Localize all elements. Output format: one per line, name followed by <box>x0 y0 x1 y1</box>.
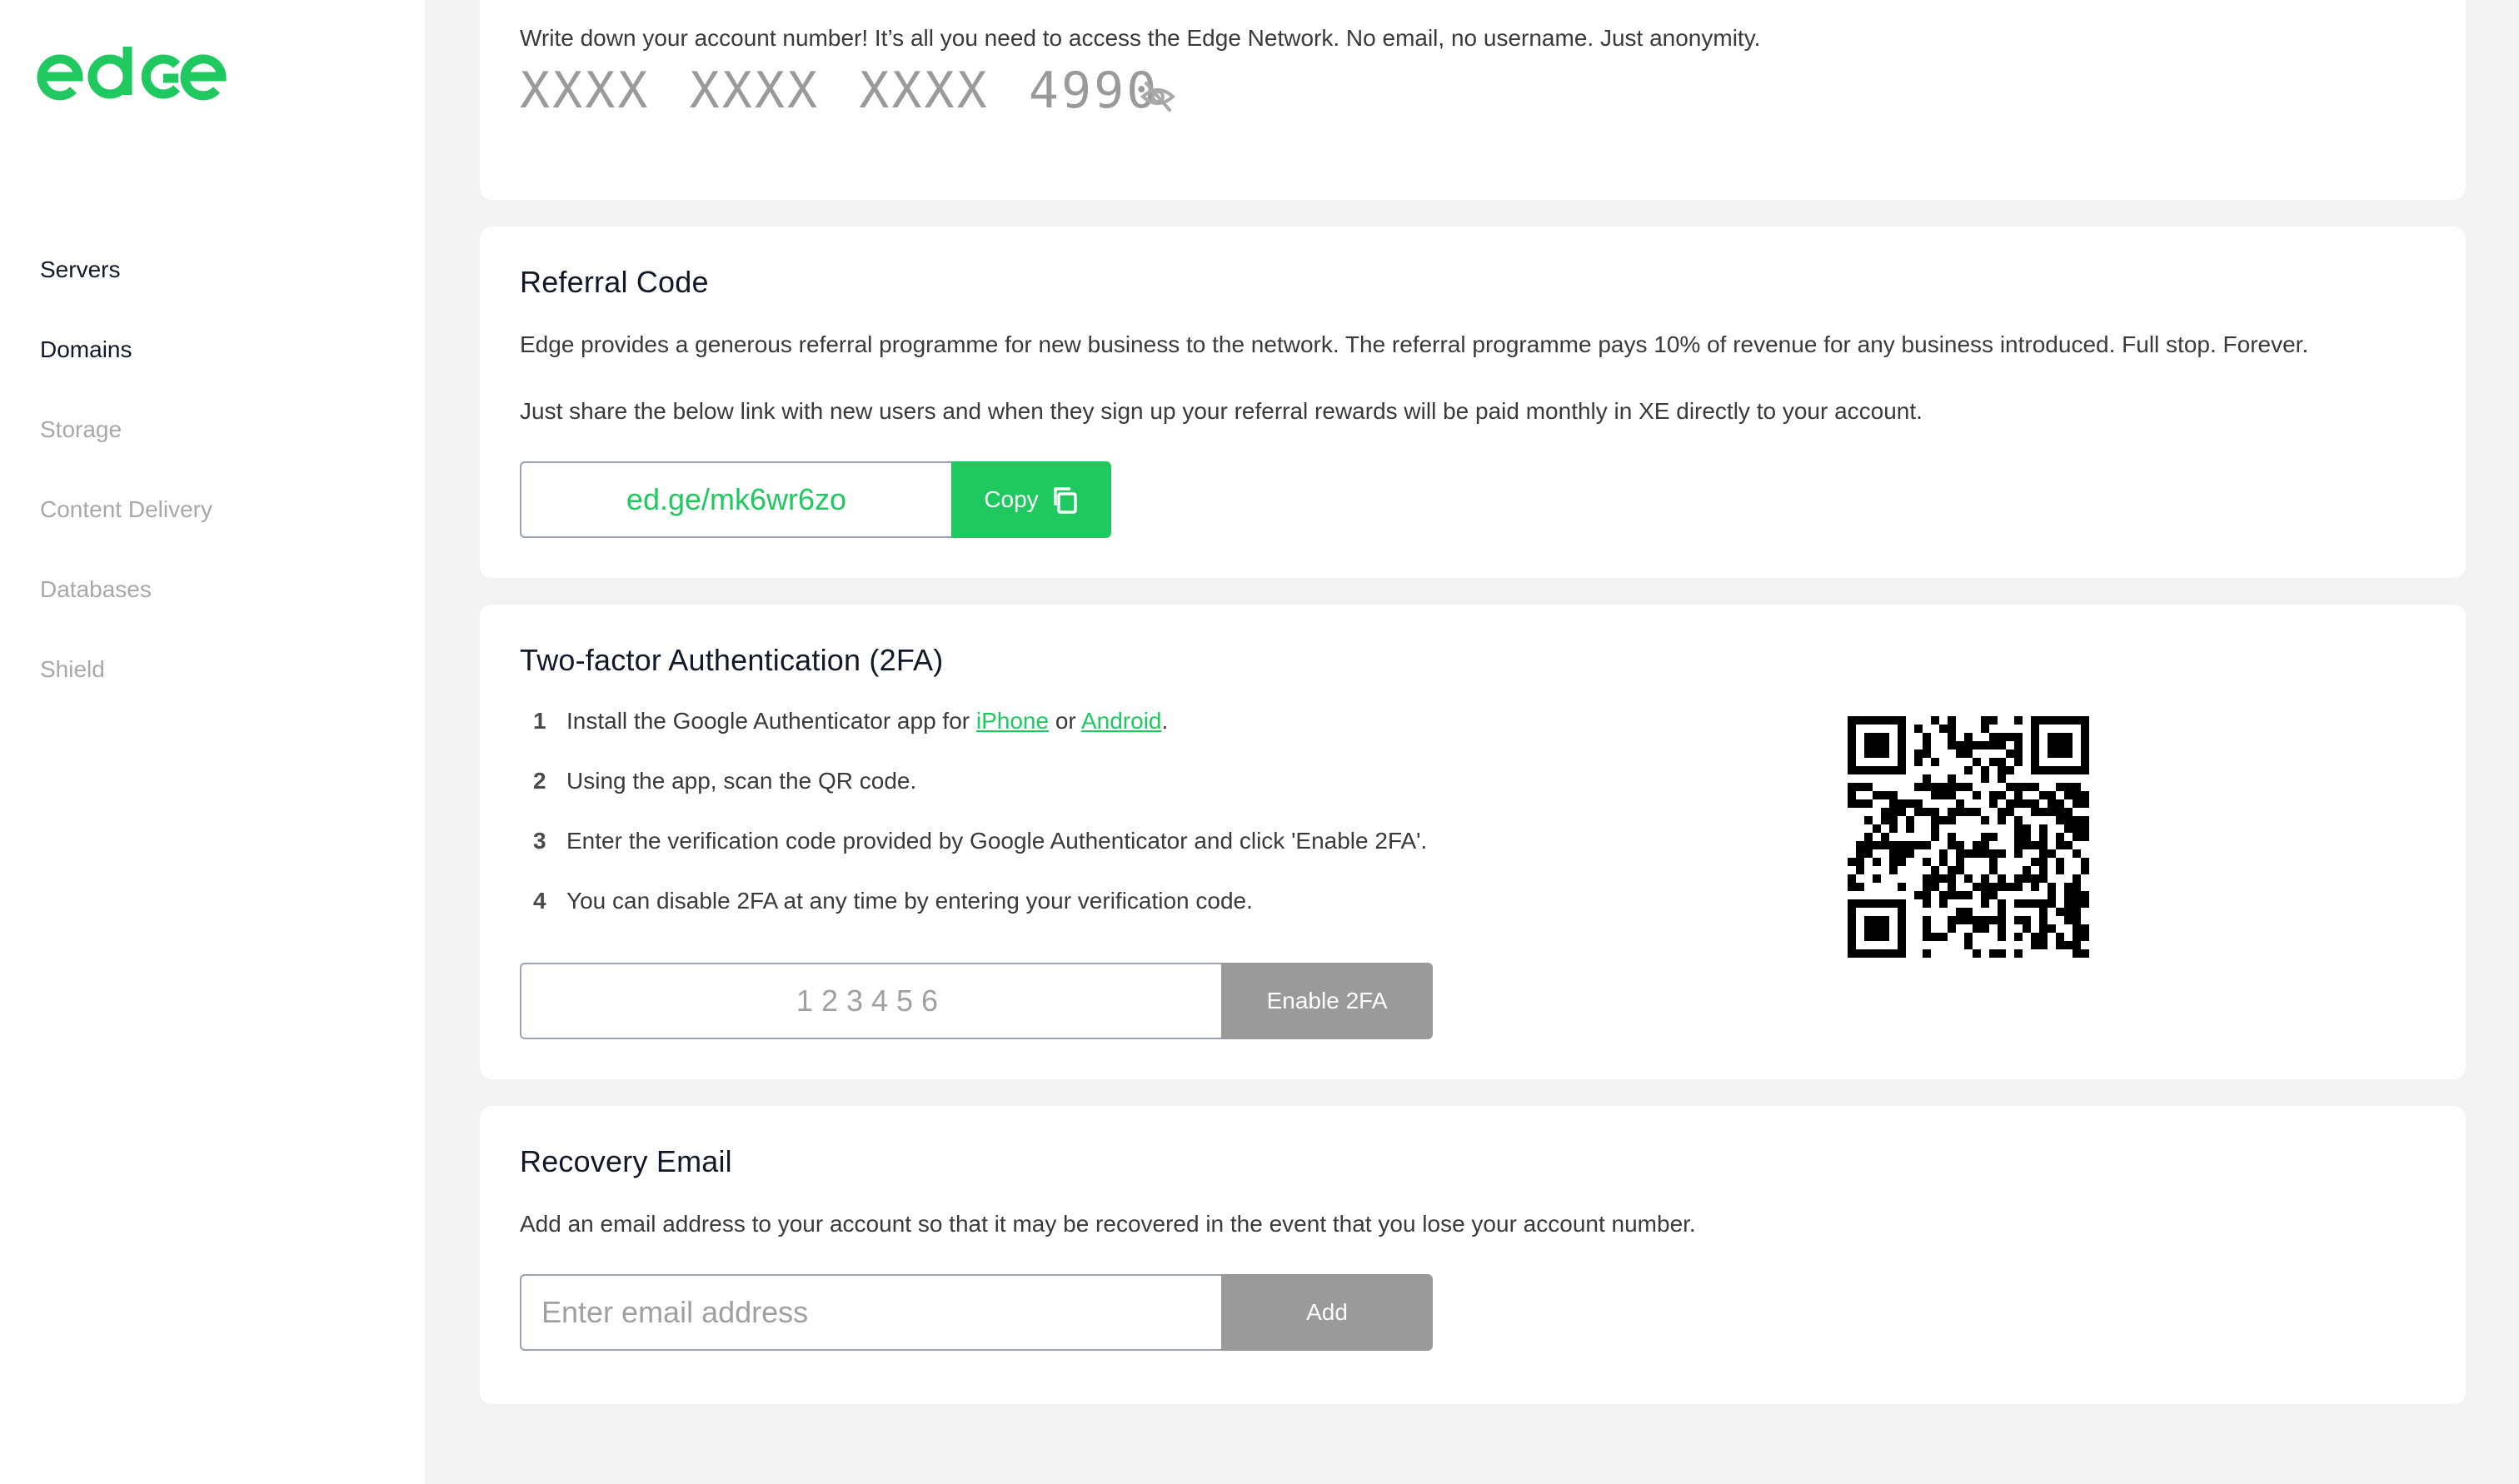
sidebar-item-servers[interactable]: Servers <box>40 250 212 330</box>
sidebar-nav: Servers Domains Storage Content Delivery… <box>40 250 212 730</box>
email-field[interactable] <box>520 1274 1221 1351</box>
list-item: 2 Using the app, scan the QR code. <box>520 768 1427 828</box>
referral-title: Referral Code <box>520 265 709 299</box>
verification-code-input[interactable] <box>520 963 1221 1039</box>
referral-card: Referral Code Edge provides a generous r… <box>480 227 2466 578</box>
app: Servers Domains Storage Content Delivery… <box>0 0 2519 1484</box>
referral-link-group: ed.ge/mk6wr6zo Copy <box>520 461 1111 538</box>
list-item: 1 Install the Google Authenticator app f… <box>520 708 1427 768</box>
sidebar-item-content-delivery[interactable]: Content Delivery <box>40 490 212 570</box>
recovery-description: Add an email address to your account so … <box>520 1211 1696 1237</box>
step-text-part: Install the Google Authenticator app for <box>566 708 976 734</box>
step-text-part: or <box>1049 708 1081 734</box>
eye-off-icon[interactable] <box>1140 80 1176 113</box>
enable-2fa-button[interactable]: Enable 2FA <box>1221 963 1433 1039</box>
add-email-button[interactable]: Add <box>1221 1274 1433 1351</box>
copy-icon <box>1053 487 1077 514</box>
step-number: 2 <box>533 768 546 794</box>
account-number-card: Write down your account number! It’s all… <box>480 0 2466 200</box>
sidebar-item-domains[interactable]: Domains <box>40 330 212 410</box>
sidebar: Servers Domains Storage Content Delivery… <box>0 0 425 1484</box>
step-text: Enter the verification code provided by … <box>566 828 1428 854</box>
step-number: 3 <box>533 828 546 854</box>
qr-code-icon <box>1848 716 2089 958</box>
main-content: Write down your account number! It’s all… <box>425 0 2519 1484</box>
list-item: 4 You can disable 2FA at any time by ent… <box>520 888 1427 948</box>
twofa-title: Two-factor Authentication (2FA) <box>520 643 944 677</box>
iphone-link[interactable]: iPhone <box>976 708 1049 734</box>
referral-share-text: Just share the below link with new users… <box>520 398 1923 424</box>
verification-code-group: Enable 2FA <box>520 963 1433 1039</box>
twofa-steps: 1 Install the Google Authenticator app f… <box>520 708 1427 948</box>
step-number: 4 <box>533 888 546 914</box>
referral-description: Edge provides a generous referral progra… <box>520 331 2309 357</box>
recovery-email-card: Recovery Email Add an email address to y… <box>480 1106 2466 1404</box>
twofa-card: Two-factor Authentication (2FA) 1 Instal… <box>480 605 2466 1079</box>
android-link[interactable]: Android <box>1081 708 1162 734</box>
sidebar-item-databases[interactable]: Databases <box>40 570 212 650</box>
recovery-email-group: Add <box>520 1274 1433 1351</box>
step-text: Using the app, scan the QR code. <box>566 768 917 794</box>
copy-button-label: Copy <box>984 486 1039 512</box>
step-text-part: . <box>1161 708 1169 734</box>
referral-link[interactable]: ed.ge/mk6wr6zo <box>520 461 951 538</box>
sidebar-item-shield[interactable]: Shield <box>40 650 212 730</box>
recovery-title: Recovery Email <box>520 1144 732 1178</box>
step-text: You can disable 2FA at any time by enter… <box>566 888 1253 914</box>
step-text: Install the Google Authenticator app for… <box>566 708 1168 768</box>
account-note: Write down your account number! It’s all… <box>520 25 1761 51</box>
account-number: XXXX XXXX XXXX 4990 <box>520 62 1160 120</box>
edge-logo[interactable] <box>37 40 228 107</box>
list-item: 3 Enter the verification code provided b… <box>520 828 1427 888</box>
sidebar-item-storage[interactable]: Storage <box>40 410 212 490</box>
step-number: 1 <box>533 708 546 734</box>
copy-button[interactable]: Copy <box>951 461 1111 538</box>
